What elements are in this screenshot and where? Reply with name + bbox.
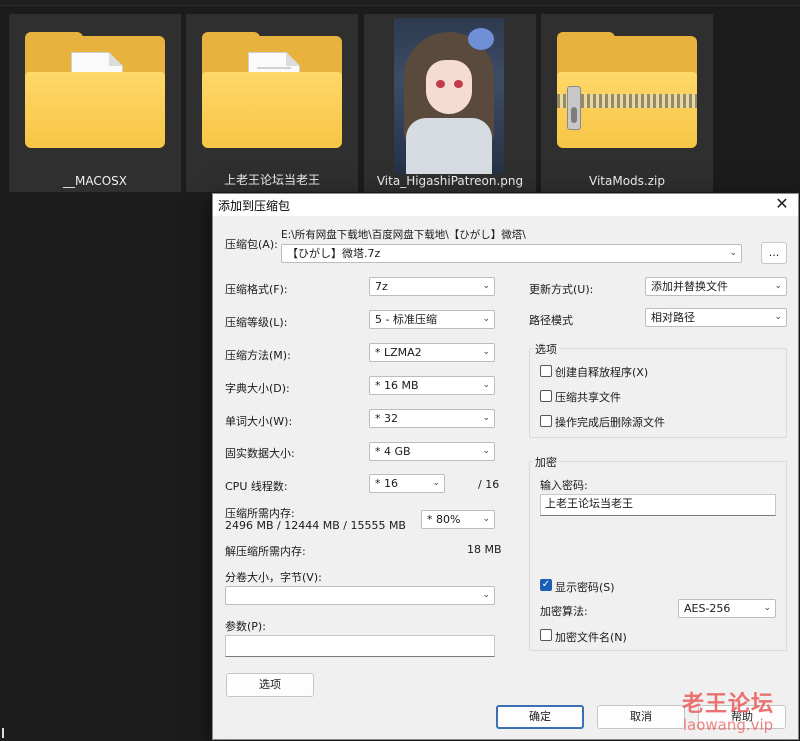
params-label: 参数(P): (225, 620, 266, 633)
chevron-down-icon: ⌄ (482, 314, 490, 324)
delete-source-label: 操作完成后删除源文件 (555, 416, 665, 429)
split-select[interactable]: ⌄ (225, 586, 495, 605)
file-item-zip[interactable]: VitaMods.zip (541, 14, 713, 192)
options-button[interactable]: 选项 (226, 673, 314, 697)
watermark-title: 老王论坛 (682, 691, 775, 717)
dialog-titlebar: 添加到压缩包 ✕ (213, 194, 798, 216)
file-item-image[interactable]: Vita_HigashiPatreon.png (364, 14, 536, 192)
file-name: VitaMods.zip (589, 174, 665, 188)
sfx-checkbox[interactable] (540, 365, 552, 377)
image-thumbnail (394, 18, 504, 174)
delete-source-checkbox[interactable] (540, 415, 552, 427)
format-label: 压缩格式(F): (225, 283, 288, 296)
pathmode-select[interactable]: 相对路径 ⌄ (645, 308, 787, 327)
chevron-down-icon: ⌄ (482, 514, 490, 524)
dict-value: * 16 MB (375, 379, 419, 392)
text-cursor (2, 728, 4, 738)
shared-files-checkbox[interactable] (540, 390, 552, 402)
chevron-down-icon: ⌄ (774, 281, 782, 291)
word-value: * 32 (375, 412, 398, 425)
archive-path: E:\所有网盘下载地\百度网盘下载地\【ひがし】微塔\ (281, 229, 526, 241)
zip-folder-icon (557, 32, 697, 148)
folder-icon (25, 32, 165, 148)
encryption-method-value: AES-256 (684, 602, 731, 615)
method-value: * LZMA2 (375, 346, 422, 359)
mem-compress-value: * 80% (427, 513, 461, 526)
show-password-label: 显示密码(S) (555, 581, 615, 594)
password-label: 输入密码: (540, 479, 588, 492)
file-name: 上老王论坛当老王 (223, 173, 320, 187)
file-item-macosx-folder[interactable]: __MACOSX (9, 14, 181, 192)
mem-compress-select[interactable]: * 80% ⌄ (421, 510, 495, 529)
update-label: 更新方式(U): (529, 283, 594, 296)
chevron-down-icon: ⌄ (482, 347, 490, 357)
dict-select[interactable]: * 16 MB ⌄ (369, 376, 495, 395)
params-input[interactable] (225, 635, 495, 657)
pathmode-value: 相对路径 (651, 311, 695, 324)
solid-label: 固实数据大小: (225, 447, 295, 460)
encryption-method-label: 加密算法: (540, 605, 588, 618)
chevron-down-icon: ⌄ (482, 380, 490, 390)
encrypt-names-label: 加密文件名(N) (555, 631, 627, 644)
cancel-button[interactable]: 取消 (597, 705, 685, 729)
shared-files-label: 压缩共享文件 (555, 391, 621, 404)
encrypt-names-checkbox[interactable] (540, 629, 552, 641)
mem-compress-detail: 2496 MB / 12444 MB / 15555 MB (225, 519, 406, 532)
dialog-title: 添加到压缩包 (218, 199, 291, 213)
chevron-down-icon: ⌄ (432, 478, 440, 488)
file-name: __MACOSX (62, 174, 127, 188)
file-item-folder[interactable]: 上老王论坛当老王 (186, 14, 358, 192)
mem-decompress-value: 18 MB (467, 543, 502, 556)
watermark-url: laowang.vip (682, 716, 774, 734)
level-label: 压缩等级(L): (225, 316, 288, 329)
file-name: Vita_HigashiPatreon.png (376, 174, 524, 188)
encryption-method-select[interactable]: AES-256 ⌄ (678, 599, 776, 618)
dict-label: 字典大小(D): (225, 382, 290, 395)
close-icon[interactable]: ✕ (774, 196, 790, 212)
chevron-down-icon: ⌄ (482, 413, 490, 423)
update-value: 添加并替换文件 (651, 280, 728, 293)
threads-select[interactable]: * 16 ⌄ (369, 474, 445, 493)
chevron-down-icon: ⌄ (763, 603, 771, 613)
add-to-archive-dialog: 添加到压缩包 ✕ 压缩包(A): E:\所有网盘下载地\百度网盘下载地\【ひがし… (212, 193, 799, 740)
explorer-top-strip (0, 0, 800, 6)
browse-button[interactable]: ... (761, 242, 787, 264)
encryption-group-title: 加密 (533, 454, 559, 470)
mem-decompress-label: 解压缩所需内存: (225, 545, 306, 558)
split-label: 分卷大小，字节(V): (225, 571, 322, 584)
chevron-down-icon: ⌄ (482, 281, 490, 291)
format-value: 7z (375, 280, 388, 293)
solid-value: * 4 GB (375, 445, 411, 458)
watermark: 老王论坛 laowang.vip (682, 686, 774, 734)
options-group-title: 选项 (533, 341, 559, 357)
threads-label: CPU 线程数: (225, 480, 288, 493)
solid-select[interactable]: * 4 GB ⌄ (369, 442, 495, 461)
format-select[interactable]: 7z ⌄ (369, 277, 495, 296)
chevron-down-icon: ⌄ (482, 446, 490, 456)
threads-value: * 16 (375, 477, 398, 490)
level-select[interactable]: 5 - 标准压缩 ⌄ (369, 310, 495, 329)
chevron-down-icon: ⌄ (729, 248, 737, 258)
chevron-down-icon: ⌄ (774, 312, 782, 322)
level-value: 5 - 标准压缩 (375, 313, 437, 326)
archive-filename: 【ひがし】微塔.7z (287, 247, 381, 260)
word-select[interactable]: * 32 ⌄ (369, 409, 495, 428)
folder-icon (202, 32, 342, 148)
method-select[interactable]: * LZMA2 ⌄ (369, 343, 495, 362)
pathmode-label: 路径模式 (529, 314, 573, 327)
show-password-checkbox[interactable]: ✓ (540, 579, 552, 591)
archive-label: 压缩包(A): (225, 238, 278, 251)
chevron-down-icon: ⌄ (482, 590, 490, 600)
sfx-label: 创建自释放程序(X) (555, 366, 649, 379)
password-input[interactable]: 上老王论坛当老王 (540, 494, 776, 516)
word-label: 单词大小(W): (225, 415, 293, 428)
archive-filename-combo[interactable]: 【ひがし】微塔.7z ⌄ (281, 244, 742, 263)
ok-button[interactable]: 确定 (496, 705, 584, 729)
threads-total: / 16 (478, 478, 500, 491)
update-select[interactable]: 添加并替换文件 ⌄ (645, 277, 787, 296)
method-label: 压缩方法(M): (225, 349, 291, 362)
